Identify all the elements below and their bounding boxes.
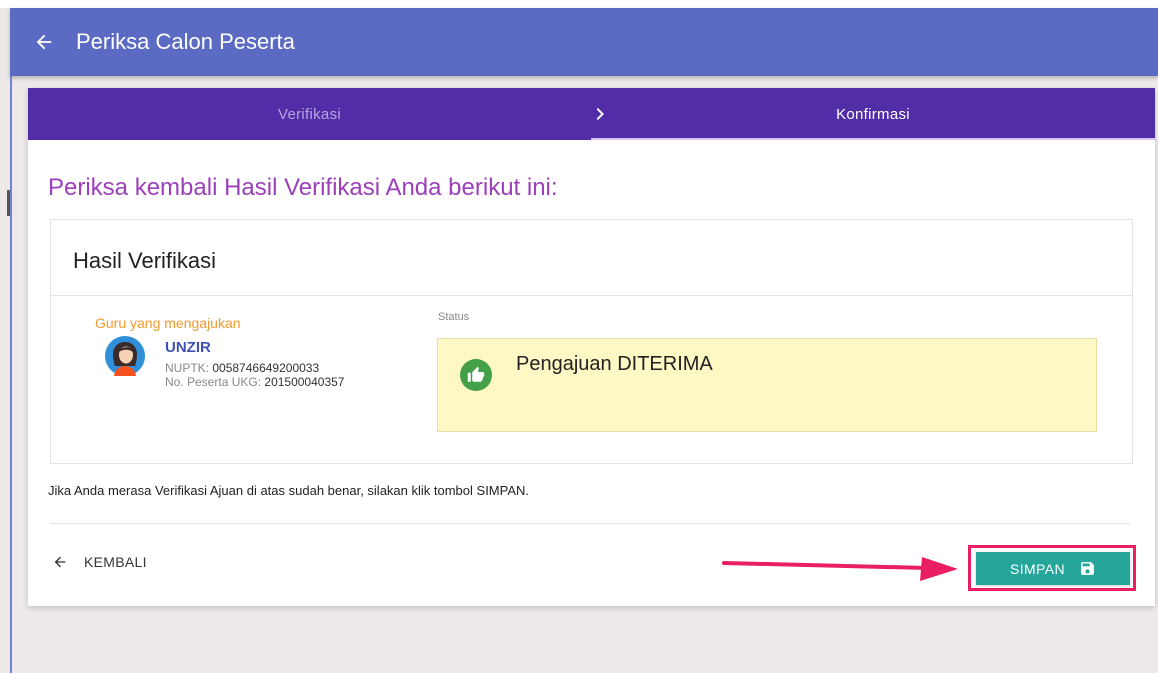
result-panel: Hasil Verifikasi Guru yang mengajukan UN… [50, 219, 1133, 464]
instruction-note: Jika Anda merasa Verifikasi Ajuan di ata… [48, 483, 530, 498]
page-title: Periksa Calon Peserta [76, 29, 295, 54]
guru-label: Guru yang mengajukan [95, 315, 241, 331]
nuptk-line: NUPTK: 0058746649200033 [165, 361, 319, 375]
status-text: Pengajuan DITERIMA [516, 353, 713, 375]
step-label: Verifikasi [277, 105, 342, 123]
thumbs-up-icon [460, 359, 492, 391]
footer-divider [50, 523, 1131, 524]
step-verifikasi[interactable]: Verifikasi [28, 88, 591, 140]
nuptk-label: NUPTK: [165, 361, 210, 375]
section-heading: Periksa kembali Hasil Verifikasi Anda be… [48, 174, 558, 201]
top-strip [0, 0, 1158, 8]
teacher-avatar [105, 336, 145, 376]
arrow-left-icon[interactable] [32, 30, 56, 54]
back-button-label: KEMBALI [84, 554, 147, 570]
app-bar: Periksa Calon Peserta [10, 8, 1158, 76]
step-label: Konfirmasi [836, 105, 910, 123]
pointer-arrow-annotation [722, 557, 958, 581]
verification-card: Verifikasi Konfirmasi Periksa kembali Ha… [28, 88, 1155, 606]
panel-title: Hasil Verifikasi [73, 248, 217, 273]
left-edge-marker [7, 190, 10, 216]
floppy-disk-icon [1081, 562, 1094, 575]
status-box: Pengajuan DITERIMA [437, 338, 1097, 432]
left-edge-line [10, 76, 12, 673]
nuptk-value: 0058746649200033 [212, 361, 320, 375]
back-button[interactable]: KEMBALI [52, 554, 147, 570]
save-button[interactable]: SIMPAN [976, 552, 1130, 585]
arrow-left-icon [54, 556, 66, 568]
panel-divider [51, 295, 1132, 296]
save-button-label: SIMPAN [1009, 560, 1066, 577]
peserta-label: No. Peserta UKG: [165, 375, 262, 389]
teacher-name: UNZIR [165, 339, 211, 356]
peserta-line: No. Peserta UKG: 201500040357 [165, 375, 344, 389]
status-label: Status [438, 311, 470, 323]
peserta-value: 201500040357 [264, 375, 345, 389]
stepper: Verifikasi Konfirmasi [28, 88, 1155, 140]
active-step-underline [591, 138, 1155, 140]
step-konfirmasi[interactable]: Konfirmasi [591, 88, 1155, 140]
